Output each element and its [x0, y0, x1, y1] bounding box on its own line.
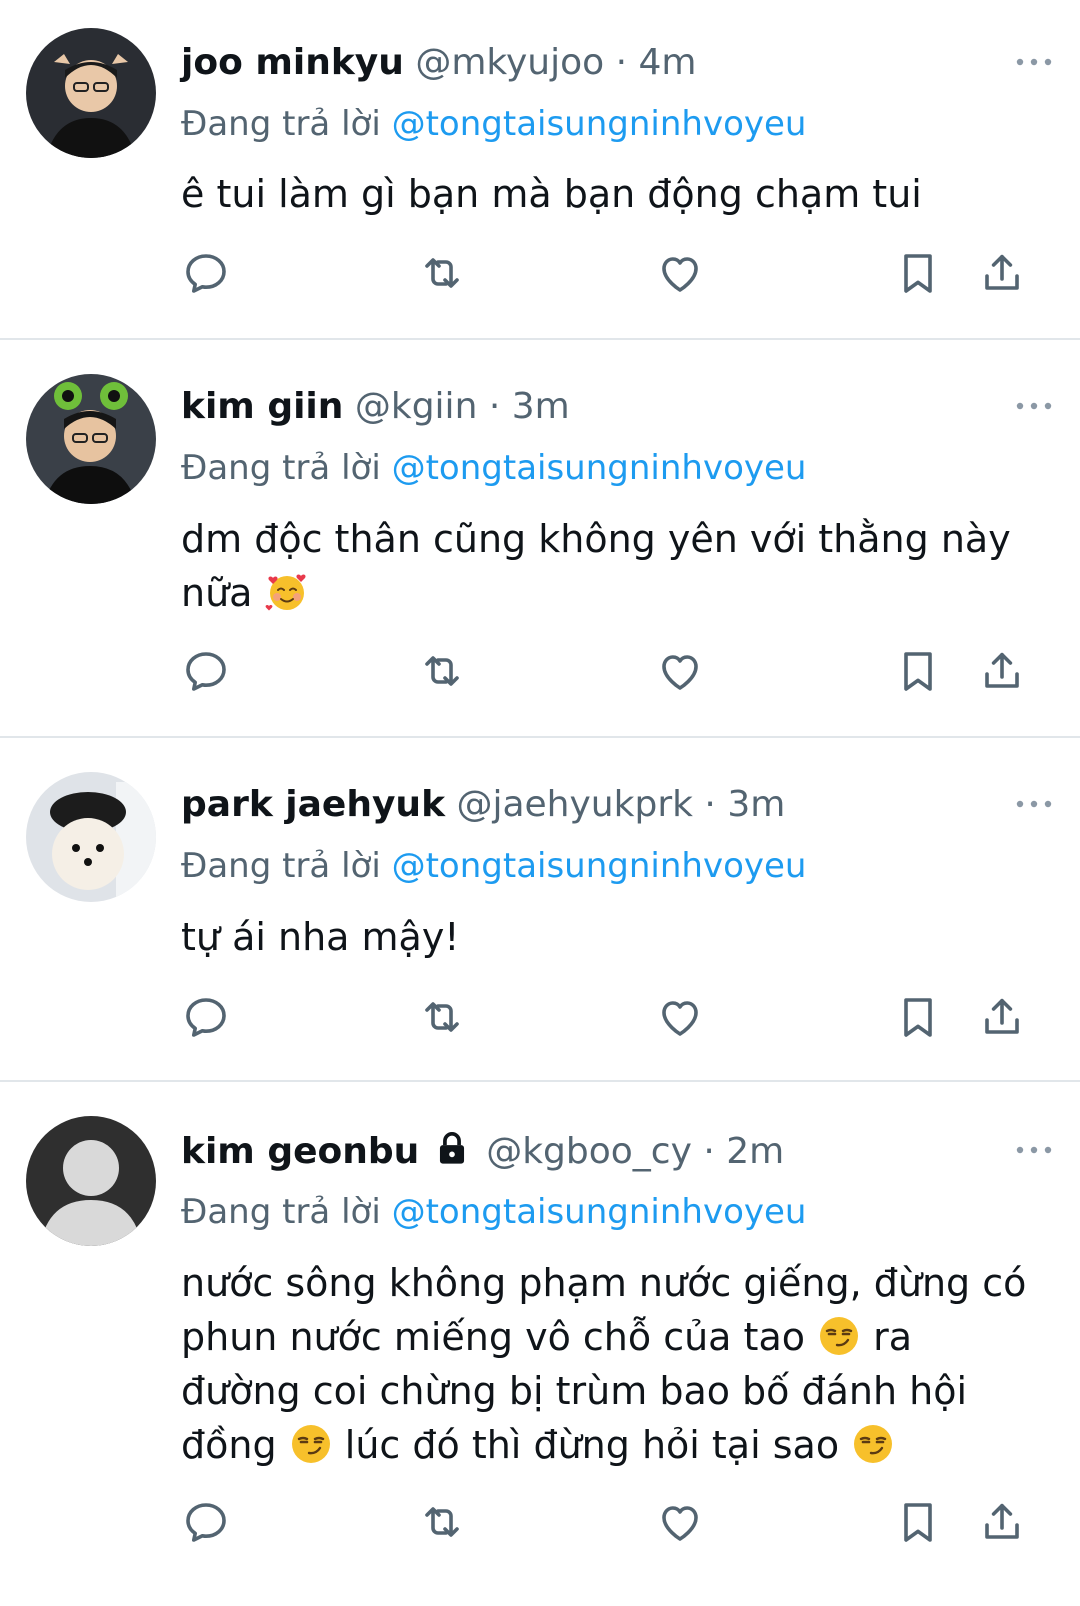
- tweet-text: dm độc thân cũng không yên với thằng này…: [181, 512, 1031, 620]
- handle[interactable]: @jaehyukprk: [456, 784, 693, 825]
- share-icon[interactable]: [978, 249, 1026, 297]
- more-icon[interactable]: [1014, 1140, 1054, 1160]
- smirking-face-icon: [851, 1422, 895, 1466]
- handle[interactable]: @kgiin: [355, 386, 478, 427]
- replying-to: Đang trả lời @tongtaisungninhvoyeu: [181, 446, 806, 490]
- mention-link[interactable]: @tongtaisungninhvoyeu: [392, 846, 807, 886]
- separator: ·: [488, 386, 501, 427]
- tweet-header: kim giin @kgiin · 3m: [181, 385, 990, 429]
- retweet-icon[interactable]: [418, 993, 466, 1041]
- separator: ·: [703, 1131, 715, 1172]
- tweet[interactable]: park jaehyuk @jaehyukprk · 3m Đang trả l…: [0, 738, 1080, 1082]
- smirking-face-icon: [289, 1422, 333, 1466]
- tweet[interactable]: kim giin @kgiin · 3m Đang trả lời @tongt…: [0, 340, 1080, 738]
- tweet-text: nước sông không phạm nước giếng, đừng có…: [181, 1256, 1031, 1472]
- display-name[interactable]: kim giin: [181, 386, 343, 427]
- tweet-header: kim geonbu @kgboo_cy · 2m: [181, 1129, 990, 1174]
- tweet[interactable]: joo minkyu @mkyujoo · 4m Đang trả lời @t…: [0, 0, 1080, 340]
- avatar[interactable]: [26, 772, 156, 902]
- more-icon[interactable]: [1014, 52, 1054, 72]
- heart-icon[interactable]: [656, 647, 704, 695]
- share-icon[interactable]: [978, 1498, 1026, 1546]
- bookmark-icon[interactable]: [894, 1498, 942, 1546]
- bookmark-icon[interactable]: [894, 647, 942, 695]
- mention-link[interactable]: @tongtaisungninhvoyeu: [392, 104, 807, 144]
- reply-icon[interactable]: [182, 993, 230, 1041]
- tweet-actions: [0, 249, 1080, 297]
- more-icon[interactable]: [1014, 396, 1054, 416]
- display-name[interactable]: park jaehyuk: [181, 784, 445, 825]
- mention-link[interactable]: @tongtaisungninhvoyeu: [392, 1192, 807, 1232]
- tweet-actions: [0, 647, 1080, 695]
- avatar-photo: [26, 28, 156, 158]
- tweet-header: joo minkyu @mkyujoo · 4m: [181, 41, 990, 85]
- smirking-face-icon: [817, 1314, 861, 1358]
- tweet-text-part: tự ái nha mậy!: [181, 915, 460, 959]
- retweet-icon[interactable]: [418, 249, 466, 297]
- separator: ·: [615, 42, 628, 83]
- display-name[interactable]: joo minkyu: [181, 42, 404, 83]
- retweet-icon[interactable]: [418, 647, 466, 695]
- tweet-actions: [0, 993, 1080, 1041]
- tweet[interactable]: kim geonbu @kgboo_cy · 2m Đang trả lời @…: [0, 1082, 1080, 1606]
- avatar[interactable]: [26, 28, 156, 158]
- bookmark-icon[interactable]: [894, 249, 942, 297]
- default-avatar-icon: [26, 1116, 156, 1246]
- replying-prefix: Đang trả lời: [181, 1192, 381, 1232]
- replying-prefix: Đang trả lời: [181, 846, 381, 886]
- more-icon[interactable]: [1014, 794, 1054, 814]
- tweet-text: tự ái nha mậy!: [181, 910, 1031, 964]
- avatar-photo: [26, 374, 156, 504]
- share-icon[interactable]: [978, 647, 1026, 695]
- replying-to: Đang trả lời @tongtaisungninhvoyeu: [181, 844, 806, 888]
- bookmark-icon[interactable]: [894, 993, 942, 1041]
- tweet-text-part: ê tui làm gì bạn mà bạn động chạm tui: [181, 172, 922, 216]
- heart-icon[interactable]: [656, 249, 704, 297]
- separator: ·: [704, 784, 716, 825]
- replying-prefix: Đang trả lời: [181, 104, 381, 144]
- smiling-face-with-hearts-icon: [265, 570, 309, 614]
- handle[interactable]: @kgboo_cy: [486, 1131, 692, 1172]
- replying-prefix: Đang trả lời: [181, 448, 381, 488]
- avatar[interactable]: [26, 1116, 156, 1246]
- retweet-icon[interactable]: [418, 1498, 466, 1546]
- reply-icon[interactable]: [182, 1498, 230, 1546]
- heart-icon[interactable]: [656, 1498, 704, 1546]
- reply-icon[interactable]: [182, 249, 230, 297]
- replying-to: Đang trả lời @tongtaisungninhvoyeu: [181, 1190, 806, 1234]
- avatar[interactable]: [26, 374, 156, 504]
- mention-link[interactable]: @tongtaisungninhvoyeu: [392, 448, 807, 488]
- display-name[interactable]: kim geonbu: [181, 1131, 419, 1172]
- reply-icon[interactable]: [182, 647, 230, 695]
- tweet-text-part: lúc đó thì đừng hỏi tại sao: [344, 1423, 840, 1467]
- tweet-header: park jaehyuk @jaehyukprk · 3m: [181, 783, 990, 827]
- timestamp[interactable]: 3m: [727, 784, 785, 825]
- heart-icon[interactable]: [656, 993, 704, 1041]
- avatar-photo: [26, 772, 156, 902]
- handle[interactable]: @mkyujoo: [415, 42, 604, 83]
- tweet-text: ê tui làm gì bạn mà bạn động chạm tui: [181, 167, 1031, 221]
- replying-to: Đang trả lời @tongtaisungninhvoyeu: [181, 102, 806, 146]
- timestamp[interactable]: 4m: [638, 42, 696, 83]
- timestamp[interactable]: 2m: [726, 1131, 784, 1172]
- timestamp[interactable]: 3m: [512, 386, 570, 427]
- lock-icon: [439, 1132, 464, 1164]
- tweet-actions: [0, 1498, 1080, 1546]
- share-icon[interactable]: [978, 993, 1026, 1041]
